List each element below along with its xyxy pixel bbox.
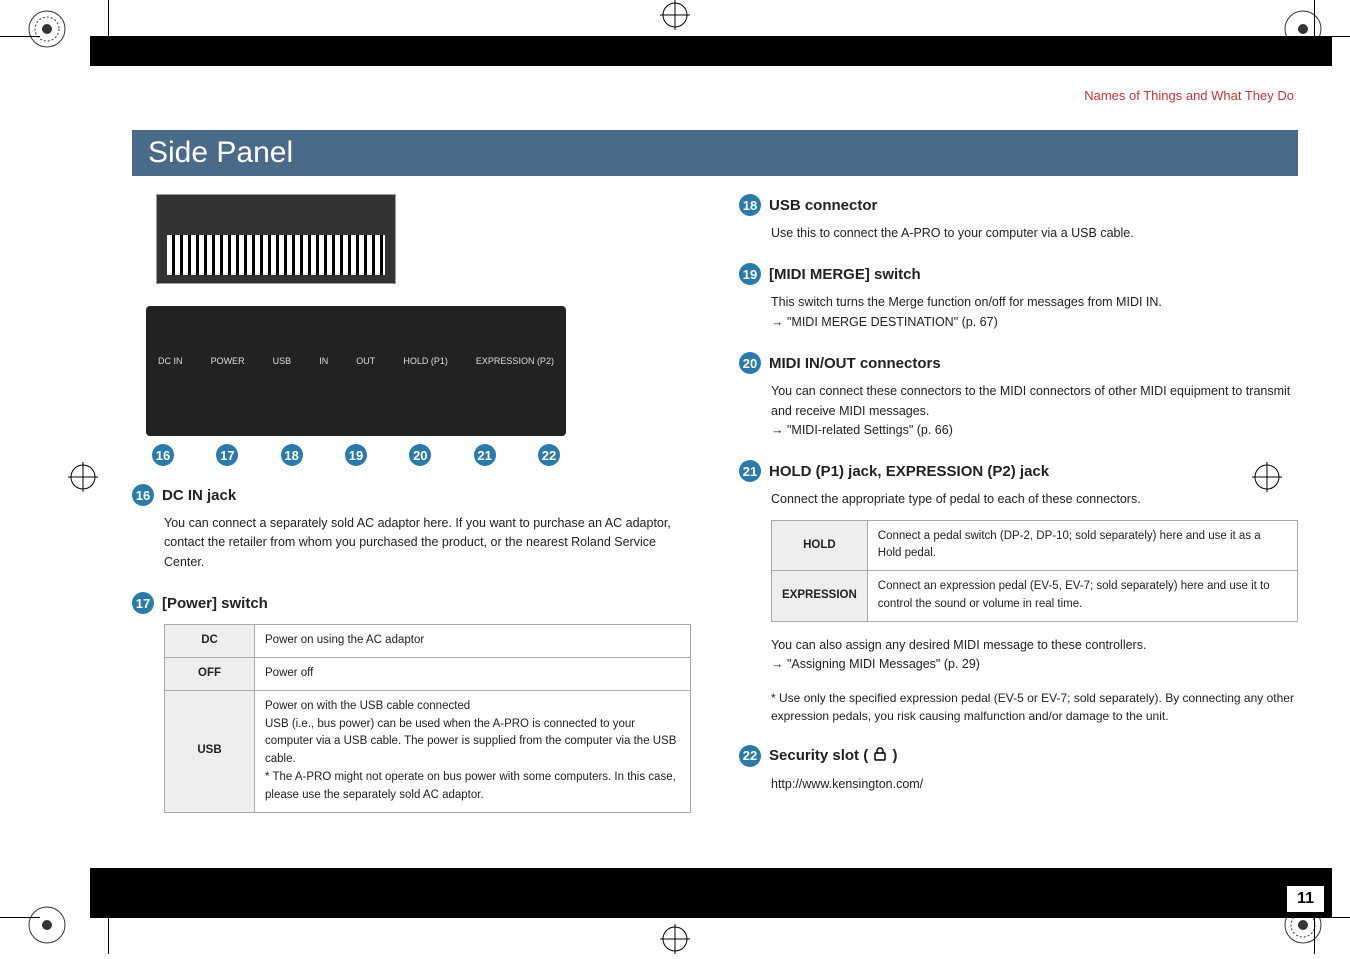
url-text: http://www.kensington.com/: [771, 775, 1298, 794]
table-header: USB: [165, 690, 255, 812]
title-text: Security slot (: [769, 747, 872, 764]
source-filename: A-500_0823.book 11 ページ ２０１０年３月３２日 月曜日 午後…: [140, 22, 520, 38]
breadcrumb: Names of Things and What They Do: [1084, 88, 1294, 103]
callout-badge: 22: [538, 444, 560, 466]
table-cell: Connect a pedal switch (DP-2, DP-10; sol…: [867, 520, 1297, 571]
callout-badge: 16: [132, 484, 154, 506]
table-header: DC: [165, 625, 255, 658]
callout-number-row: 16 17 18 19 20 21 22: [146, 444, 566, 466]
side-panel-illustration: DC IN POWER USB IN OUT HOLD (P1) EXPRESS…: [146, 306, 566, 436]
item-title: DC IN jack: [162, 487, 236, 504]
crop-line: [108, 914, 109, 954]
item-19: 19 [MIDI MERGE] switch This switch turns…: [739, 263, 1298, 332]
crop-mark: [26, 904, 68, 946]
panel-label: HOLD (P1): [403, 356, 448, 366]
crop-line: [0, 917, 40, 918]
callout-badge: 18: [739, 194, 761, 216]
top-black-band: [90, 36, 1332, 66]
cell-line: Power on with the USB cable connected: [265, 698, 680, 716]
table-header: OFF: [165, 657, 255, 690]
item-body: You can connect these connectors to the …: [771, 382, 1298, 421]
panel-label: USB: [273, 356, 292, 366]
registration-mark: [660, 0, 690, 30]
crop-line: [1314, 914, 1315, 954]
item-16: 16 DC IN jack You can connect a separate…: [132, 484, 691, 572]
table-cell: Power on using the AC adaptor: [255, 625, 691, 658]
table-header: EXPRESSION: [772, 571, 868, 622]
table-cell: Connect an expression pedal (EV-5, EV-7;…: [867, 571, 1297, 622]
power-switch-table: DCPower on using the AC adaptor OFFPower…: [164, 624, 691, 813]
cross-reference: "MIDI MERGE DESTINATION" (p. 67): [771, 313, 1298, 332]
footnote: Use only the specified expression pedal …: [771, 689, 1298, 725]
pedal-table: HOLDConnect a pedal switch (DP-2, DP-10;…: [771, 520, 1298, 622]
item-22: 22 Security slot ( ) http://www.kensingt…: [739, 745, 1298, 794]
keyboard-illustration: [156, 194, 396, 284]
table-header: HOLD: [772, 520, 868, 571]
callout-badge: 19: [739, 263, 761, 285]
crop-mark: [26, 8, 68, 50]
item-title: USB connector: [769, 197, 877, 214]
crop-line: [108, 0, 109, 40]
registration-mark: [660, 924, 690, 954]
item-21: 21 HOLD (P1) jack, EXPRESSION (P2) jack …: [739, 460, 1298, 724]
item-body: You can also assign any desired MIDI mes…: [771, 636, 1298, 655]
title-text: ): [888, 747, 897, 764]
registration-mark: [68, 462, 98, 492]
item-body: You can connect a separately sold AC ada…: [164, 514, 691, 572]
callout-badge: 16: [152, 444, 174, 466]
callout-badge: 18: [281, 444, 303, 466]
lock-icon: [872, 746, 888, 766]
item-18: 18 USB connector Use this to connect the…: [739, 194, 1298, 243]
item-title: Security slot ( ): [769, 746, 898, 766]
page-number: 11: [1287, 886, 1324, 912]
item-title: HOLD (P1) jack, EXPRESSION (P2) jack: [769, 463, 1049, 480]
item-title: [MIDI MERGE] switch: [769, 266, 921, 283]
callout-badge: 22: [739, 745, 761, 767]
item-20: 20 MIDI IN/OUT connectors You can connec…: [739, 352, 1298, 440]
item-17: 17 [Power] switch DCPower on using the A…: [132, 592, 691, 813]
item-body: This switch turns the Merge function on/…: [771, 293, 1298, 312]
panel-label: POWER: [211, 356, 245, 366]
table-cell: Power on with the USB cable connected US…: [255, 690, 691, 812]
callout-badge: 21: [739, 460, 761, 482]
section-title: Side Panel: [132, 130, 1298, 176]
panel-label: DC IN: [158, 356, 183, 366]
cross-reference: "MIDI-related Settings" (p. 66): [771, 421, 1298, 440]
item-body: Use this to connect the A-PRO to your co…: [771, 224, 1298, 243]
panel-label: IN: [319, 356, 328, 366]
panel-label: OUT: [356, 356, 375, 366]
cross-reference: "Assigning MIDI Messages" (p. 29): [771, 655, 1298, 674]
crop-line: [1314, 0, 1315, 40]
panel-label: EXPRESSION (P2): [476, 356, 554, 366]
callout-badge: 19: [345, 444, 367, 466]
cell-line: USB (i.e., bus power) can be used when t…: [265, 716, 680, 769]
item-title: MIDI IN/OUT connectors: [769, 355, 941, 372]
table-cell: Power off: [255, 657, 691, 690]
callout-badge: 20: [739, 352, 761, 374]
item-body: Connect the appropriate type of pedal to…: [771, 490, 1298, 509]
cell-line: * The A-PRO might not operate on bus pow…: [265, 769, 680, 805]
callout-badge: 21: [474, 444, 496, 466]
callout-badge: 20: [409, 444, 431, 466]
callout-badge: 17: [216, 444, 238, 466]
crop-line: [0, 36, 40, 37]
callout-badge: 17: [132, 592, 154, 614]
bottom-black-band: [90, 868, 1332, 918]
item-title: [Power] switch: [162, 595, 268, 612]
